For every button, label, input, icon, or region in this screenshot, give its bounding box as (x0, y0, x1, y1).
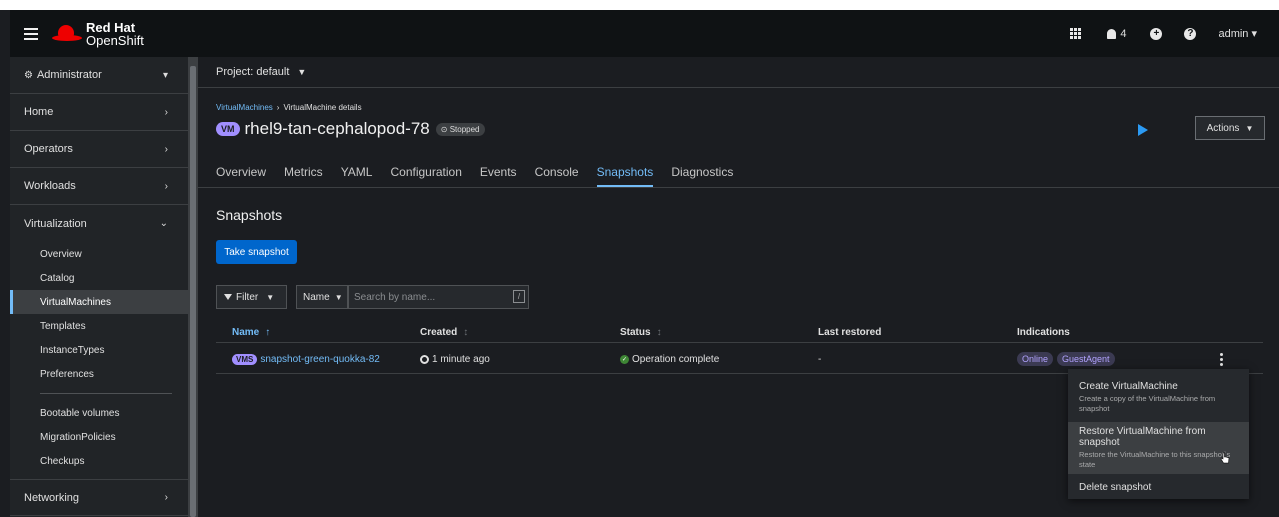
brand-logo[interactable]: Red Hat OpenShift (52, 21, 144, 47)
breadcrumb-current: VirtualMachine details (283, 103, 362, 112)
tab-events[interactable]: Events (480, 165, 517, 187)
masthead: Red Hat OpenShift 4 + ? admin ▾ (10, 10, 1279, 57)
sidebar-item-bootable-volumes[interactable]: Bootable volumes (10, 401, 188, 425)
hamburger-icon[interactable] (24, 27, 38, 40)
sidebar-divider (40, 393, 172, 394)
caret-down-icon: ▼ (266, 292, 275, 302)
help-icon[interactable]: ? (1184, 27, 1197, 40)
tabs-divider (198, 187, 1279, 188)
sidebar-item-instancetypes[interactable]: InstanceTypes (10, 338, 188, 362)
chevron-right-icon: › (164, 143, 168, 155)
notifications-button[interactable]: 4 (1107, 28, 1126, 40)
row-kebab-menu-icon[interactable] (1220, 353, 1223, 366)
menu-item-create-vm[interactable]: Create VirtualMachine Create a copy of t… (1068, 377, 1249, 418)
sidebar-item-migrationpolicies[interactable]: MigrationPolicies (10, 425, 188, 449)
gears-icon: ⚙ (24, 70, 33, 81)
table-row-last-restored: - (818, 354, 822, 365)
tabs: Overview Metrics YAML Configuration Even… (216, 165, 751, 187)
indication-online: Online (1017, 352, 1054, 366)
tab-snapshots[interactable]: Snapshots (596, 165, 654, 187)
breadcrumb: VirtualMachines › VirtualMachine details (216, 103, 362, 112)
menu-item-restore-vm[interactable]: Restore VirtualMachine from snapshot Res… (1068, 422, 1249, 474)
column-header-status[interactable]: Status ↕ (620, 327, 662, 338)
brand-line2: OpenShift (86, 32, 144, 48)
sort-up-icon: ↑ (265, 327, 271, 338)
filter-icon (224, 294, 232, 300)
globe-icon (420, 355, 429, 364)
menu-item-delete-snapshot[interactable]: Delete snapshot (1068, 478, 1249, 497)
nav-section-virtualization[interactable]: Virtualization ⌄ (10, 205, 188, 242)
main-content: Project: default ▼ VirtualMachines › Virtua… (198, 57, 1279, 517)
table-header-divider (216, 342, 1263, 343)
table-row-indications: Online GuestAgent (1017, 352, 1119, 366)
perspective-switcher[interactable]: ⚙ Administrator ▾ (10, 57, 188, 94)
user-menu[interactable]: admin ▾ (1218, 27, 1257, 40)
table-row-name[interactable]: VMS snapshot-green-quokka-82 (232, 354, 380, 365)
column-header-indications: Indications (1017, 327, 1070, 338)
search-shortcut-hint: / (513, 290, 525, 303)
sort-icon: ↕ (463, 327, 469, 338)
sidebar-item-checkups[interactable]: Checkups (10, 449, 188, 473)
caret-down-icon: ▼ (334, 292, 343, 302)
start-vm-icon[interactable] (1138, 124, 1148, 136)
search-input[interactable] (348, 285, 529, 309)
app-launcher-icon[interactable] (1070, 28, 1082, 39)
status-badge: ⊙ Stopped (435, 122, 485, 136)
column-header-created[interactable]: Created ↕ (420, 327, 468, 338)
vms-badge: VMS (232, 354, 258, 365)
sidebar-item-overview[interactable]: Overview (10, 242, 188, 266)
column-header-last-restored: Last restored (818, 327, 882, 338)
project-selector[interactable]: Project: default ▼ (198, 57, 1279, 88)
hand-cursor-icon (1220, 452, 1230, 464)
table-row-created: 1 minute ago (420, 354, 490, 365)
notification-count: 4 (1120, 27, 1127, 40)
chevron-down-icon: ⌄ (159, 218, 168, 229)
top-strip (0, 0, 1279, 10)
sidebar-item-templates[interactable]: Templates (10, 314, 188, 338)
caret-down-icon: ▼ (297, 67, 307, 77)
actions-dropdown[interactable]: Actions ▼ (1195, 116, 1265, 140)
tab-overview[interactable]: Overview (216, 165, 266, 187)
breadcrumb-separator-icon: › (276, 103, 280, 112)
nav-section-operators[interactable]: Operators › (10, 131, 188, 168)
page-title: VM rhel9-tan-cephalopod-78 ⊙ Stopped (216, 119, 485, 139)
sidebar-scrollbar-thumb[interactable] (190, 66, 196, 517)
section-title: Snapshots (216, 207, 283, 223)
row-actions-menu: Create VirtualMachine Create a copy of t… (1068, 369, 1249, 499)
sort-icon: ↕ (656, 327, 662, 338)
tab-yaml[interactable]: YAML (341, 165, 373, 187)
chevron-right-icon: › (164, 180, 168, 192)
sidebar: ⚙ Administrator ▾ Home › Operators › Worklo… (10, 57, 188, 517)
indication-guestagent: GuestAgent (1057, 352, 1115, 366)
table-row-status: ✓ Operation complete (620, 354, 720, 365)
filter-dropdown[interactable]: Filter ▼ (216, 285, 287, 309)
tab-diagnostics[interactable]: Diagnostics (671, 165, 733, 187)
brand-line1: Red Hat (86, 19, 136, 35)
sidebar-item-virtualmachines[interactable]: VirtualMachines (10, 290, 188, 314)
sidebar-item-preferences[interactable]: Preferences (10, 362, 188, 386)
column-header-name[interactable]: Name ↑ (232, 327, 270, 338)
caret-down-icon: ▾ (162, 69, 168, 81)
chevron-right-icon: › (164, 492, 168, 503)
bell-icon (1107, 28, 1117, 39)
caret-down-icon: ▼ (1245, 123, 1254, 133)
tab-configuration[interactable]: Configuration (390, 165, 461, 187)
nav-section-networking[interactable]: Networking › (10, 479, 188, 516)
check-circle-icon: ✓ (620, 355, 629, 364)
take-snapshot-button[interactable]: Take snapshot (216, 240, 297, 264)
tab-metrics[interactable]: Metrics (284, 165, 323, 187)
vm-name: rhel9-tan-cephalopod-78 (244, 119, 430, 138)
nav-section-workloads[interactable]: Workloads › (10, 168, 188, 205)
breadcrumb-link-virtualmachines[interactable]: VirtualMachines (216, 103, 273, 112)
filter-attribute-select[interactable]: Name ▼ (296, 285, 348, 309)
plus-circle-icon[interactable]: + (1150, 27, 1163, 40)
tab-console[interactable]: Console (535, 165, 579, 187)
sidebar-item-catalog[interactable]: Catalog (10, 266, 188, 290)
snapshot-name-link[interactable]: snapshot-green-quokka-82 (260, 354, 380, 365)
chevron-right-icon: › (164, 106, 168, 118)
nav-section-home[interactable]: Home › (10, 94, 188, 131)
red-hat-logo-icon (52, 24, 82, 43)
vm-badge: VM (216, 122, 240, 136)
